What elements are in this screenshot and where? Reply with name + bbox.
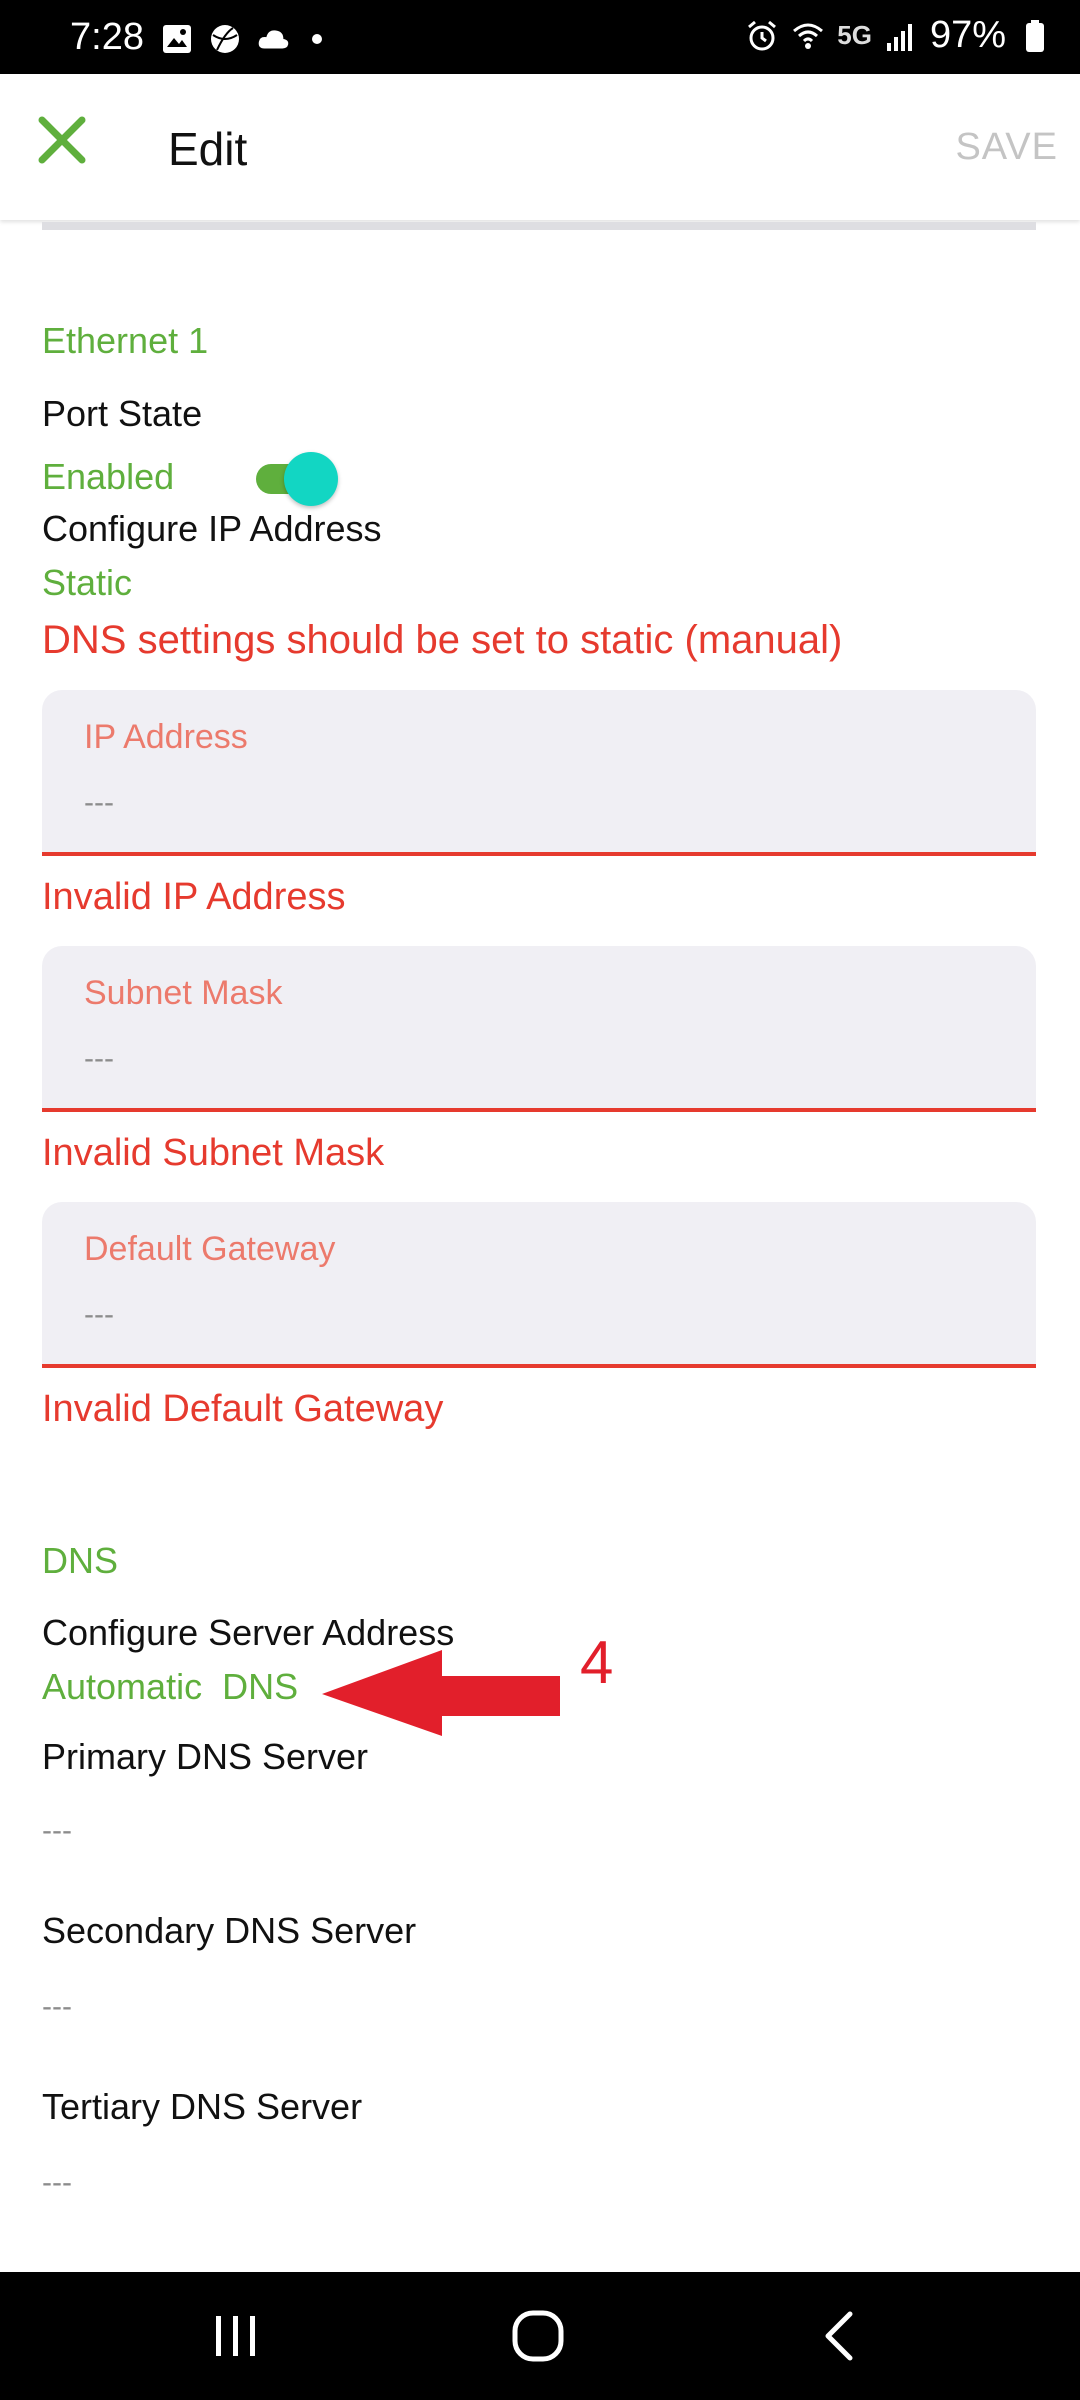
subnet-mask-input[interactable]: --- bbox=[84, 1042, 114, 1076]
default-gateway-input[interactable]: --- bbox=[84, 1298, 114, 1332]
sports-ball-icon bbox=[208, 22, 242, 56]
close-icon[interactable] bbox=[36, 114, 88, 166]
alarm-icon bbox=[745, 19, 779, 53]
battery-percent: 97% bbox=[929, 14, 1006, 56]
navigation-bar bbox=[0, 2272, 1080, 2400]
save-button[interactable]: SAVE bbox=[955, 126, 1058, 169]
subnet-mask-error: Invalid Subnet Mask bbox=[42, 1132, 385, 1174]
configure-ip-label: Configure IP Address bbox=[42, 508, 382, 549]
subnet-mask-field[interactable]: Subnet Mask --- bbox=[42, 946, 1036, 1112]
divider bbox=[42, 222, 1036, 230]
annotation-arrow-icon bbox=[322, 1650, 560, 1736]
status-left-icons bbox=[160, 22, 322, 56]
tertiary-dns-label: Tertiary DNS Server bbox=[42, 2086, 363, 2127]
toggle-knob bbox=[284, 452, 338, 506]
default-gateway-label: Default Gateway bbox=[84, 1230, 336, 1268]
home-icon[interactable] bbox=[508, 2306, 568, 2366]
dns-section-title: DNS bbox=[42, 1540, 119, 1581]
network-type: 5G bbox=[837, 20, 872, 50]
port-state-label: Port State bbox=[42, 393, 203, 434]
default-gateway-error: Invalid Default Gateway bbox=[42, 1388, 444, 1430]
ip-address-error: Invalid IP Address bbox=[42, 876, 346, 918]
configure-server-value[interactable]: Automatic DNS bbox=[42, 1666, 298, 1708]
subnet-mask-label: Subnet Mask bbox=[84, 974, 283, 1012]
app-bar: Edit SAVE bbox=[0, 74, 1080, 220]
image-icon bbox=[160, 22, 194, 56]
status-right-icons: 5G 97% bbox=[745, 14, 1052, 57]
primary-dns-label: Primary DNS Server bbox=[42, 1736, 369, 1777]
status-bar: 7:28 5G 97% bbox=[0, 0, 1080, 74]
cloud-icon bbox=[256, 22, 290, 56]
default-gateway-field[interactable]: Default Gateway --- bbox=[42, 1202, 1036, 1368]
ip-address-field[interactable]: IP Address --- bbox=[42, 690, 1036, 856]
ethernet-section-title: Ethernet 1 bbox=[42, 320, 209, 361]
ip-address-input[interactable]: --- bbox=[84, 786, 114, 820]
tertiary-dns-value[interactable]: --- bbox=[42, 2166, 72, 2200]
secondary-dns-label: Secondary DNS Server bbox=[42, 1910, 417, 1951]
wifi-icon bbox=[791, 19, 825, 53]
secondary-dns-value[interactable]: --- bbox=[42, 1990, 72, 2024]
status-time: 7:28 bbox=[70, 16, 144, 58]
signal-icon bbox=[884, 19, 918, 53]
dns-warning: DNS settings should be set to static (ma… bbox=[42, 618, 843, 662]
port-state-value: Enabled bbox=[42, 456, 175, 497]
back-icon[interactable] bbox=[812, 2306, 872, 2366]
recent-apps-icon[interactable] bbox=[206, 2306, 266, 2366]
port-state-toggle[interactable] bbox=[252, 452, 342, 506]
notification-dot-icon bbox=[312, 34, 322, 44]
annotation-number: 4 bbox=[580, 1629, 614, 1696]
page-title: Edit bbox=[168, 123, 248, 175]
configure-ip-value[interactable]: Static bbox=[42, 562, 132, 604]
primary-dns-value[interactable]: --- bbox=[42, 1814, 72, 1848]
ip-address-label: IP Address bbox=[84, 718, 248, 756]
battery-icon bbox=[1018, 19, 1052, 53]
